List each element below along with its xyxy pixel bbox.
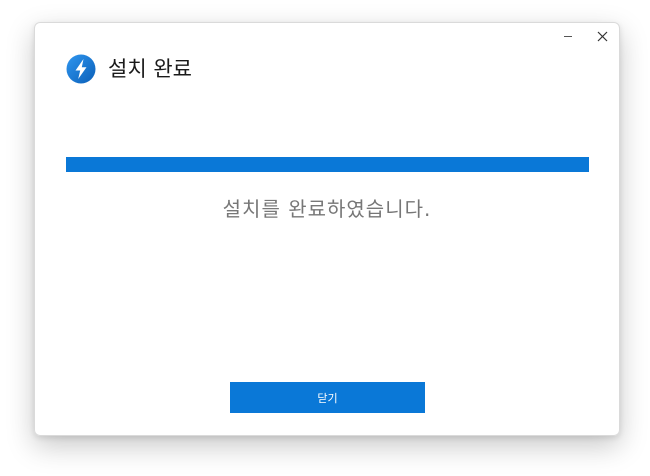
installer-window: 설치 완료 설치를 완료하였습니다. 닫기 — [34, 22, 620, 436]
minimize-icon — [564, 36, 572, 37]
close-window-button[interactable] — [587, 25, 617, 47]
close-icon — [597, 31, 607, 41]
progress-bar-fill — [66, 157, 589, 172]
close-button[interactable]: 닫기 — [230, 382, 425, 413]
status-message: 설치를 완료하였습니다. — [222, 197, 432, 221]
window-title: 설치 완료 — [108, 57, 192, 81]
lightning-bolt-icon — [66, 54, 96, 84]
progress-bar — [66, 157, 589, 172]
minimize-button[interactable] — [553, 25, 583, 47]
